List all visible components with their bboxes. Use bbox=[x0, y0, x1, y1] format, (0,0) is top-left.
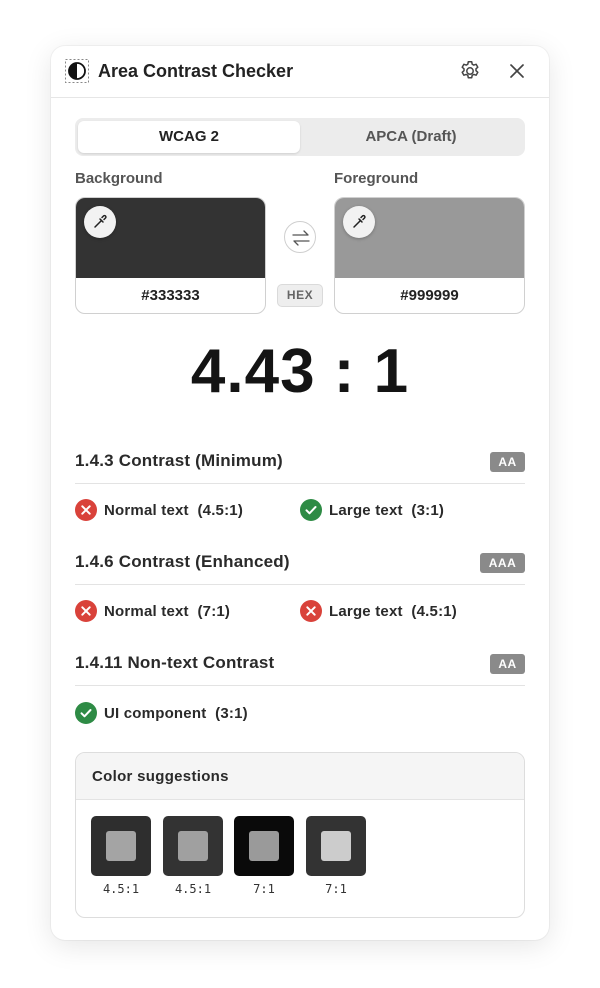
eyedropper-icon bbox=[94, 214, 107, 228]
suggestions-title: Color suggestions bbox=[92, 768, 229, 785]
suggestion-chip-inner bbox=[321, 831, 351, 861]
foreground-swatch[interactable]: #999999 bbox=[334, 197, 525, 314]
close-button[interactable] bbox=[505, 59, 529, 83]
suggestion-ratio: 4.5:1 bbox=[102, 882, 140, 896]
contrast-ratio: 4.43 : 1 bbox=[190, 337, 410, 406]
suggestion-chip[interactable] bbox=[163, 816, 223, 876]
divider bbox=[75, 584, 525, 585]
check-circle-icon bbox=[75, 702, 97, 724]
suggestion-ratio: 4.5:1 bbox=[174, 882, 212, 896]
suggestion-chip-inner bbox=[106, 831, 136, 861]
settings-button[interactable] bbox=[458, 59, 482, 83]
section-title-contrast-enhanced: 1.4.6 Contrast (Enhanced) bbox=[75, 552, 290, 571]
color-format-toggle[interactable]: HEX bbox=[277, 284, 323, 307]
section-title-non-text-contrast: 1.4.11 Non-text Contrast bbox=[75, 653, 275, 672]
suggestion-chip-inner bbox=[178, 831, 208, 861]
criterion-label: Large text (3:1) bbox=[329, 502, 445, 519]
suggestion-chip-inner bbox=[249, 831, 279, 861]
tab-apca[interactable]: APCA (Draft) bbox=[300, 121, 522, 153]
foreground-label: Foreground bbox=[334, 170, 419, 187]
background-label: Background bbox=[75, 170, 163, 187]
swap-icon bbox=[292, 230, 310, 246]
background-swatch[interactable]: #333333 bbox=[75, 197, 266, 314]
background-picker-button[interactable] bbox=[84, 206, 116, 238]
contrast-checker-panel: Area Contrast Checker WCAG 2 APCA (Draft… bbox=[51, 46, 549, 940]
suggestion-ratio: 7:1 bbox=[325, 882, 347, 896]
suggestion-ratio: 7:1 bbox=[253, 882, 275, 896]
mode-tabs: WCAG 2 APCA (Draft) bbox=[75, 118, 525, 156]
level-badge-aaa: AAA bbox=[480, 553, 525, 573]
swap-colors-button[interactable] bbox=[284, 221, 316, 253]
x-circle-icon bbox=[75, 600, 97, 622]
check-circle-icon bbox=[300, 499, 322, 521]
color-suggestions-card: Color suggestions 4.5:1 4.5:1 7:1 7:1 bbox=[75, 752, 525, 918]
close-icon bbox=[510, 64, 524, 78]
section-title-contrast-minimum: 1.4.3 Contrast (Minimum) bbox=[75, 451, 283, 470]
suggestion-chip[interactable] bbox=[306, 816, 366, 876]
suggestion-chip[interactable] bbox=[234, 816, 294, 876]
eyedropper-icon bbox=[353, 214, 366, 228]
criterion-label: UI component (3:1) bbox=[104, 705, 248, 722]
foreground-picker-button[interactable] bbox=[343, 206, 375, 238]
criterion-label: Large text (4.5:1) bbox=[329, 603, 458, 620]
level-badge-aa: AA bbox=[490, 452, 525, 472]
suggestion-chip[interactable] bbox=[91, 816, 151, 876]
x-circle-icon bbox=[300, 600, 322, 622]
foreground-hex-value[interactable]: #999999 bbox=[335, 278, 524, 313]
tab-wcag2[interactable]: WCAG 2 bbox=[78, 121, 300, 153]
app-title: Area Contrast Checker bbox=[98, 61, 294, 81]
suggestions-header: Color suggestions bbox=[76, 753, 524, 800]
criterion-label: Normal text (4.5:1) bbox=[104, 502, 244, 519]
divider bbox=[75, 483, 525, 484]
x-circle-icon bbox=[75, 499, 97, 521]
contrast-icon bbox=[65, 59, 89, 83]
criterion-label: Normal text (7:1) bbox=[104, 603, 231, 620]
background-hex-value[interactable]: #333333 bbox=[76, 278, 265, 313]
gear-icon bbox=[461, 61, 479, 79]
panel-header: Area Contrast Checker bbox=[51, 46, 549, 98]
level-badge-aa: AA bbox=[490, 654, 525, 674]
divider bbox=[75, 685, 525, 686]
